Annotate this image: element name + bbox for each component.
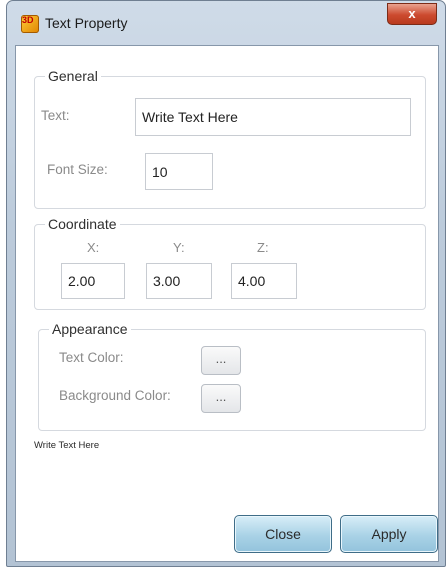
y-coordinate-input[interactable]	[146, 263, 212, 299]
close-button[interactable]: Close	[234, 515, 332, 553]
window-close-button[interactable]: x	[387, 3, 437, 25]
font-size-input[interactable]	[145, 153, 213, 190]
background-color-button[interactable]: ...	[201, 384, 241, 413]
x-coordinate-input[interactable]	[61, 263, 125, 299]
window-title: Text Property	[45, 15, 128, 31]
coordinate-group: Coordinate X: Y: Z:	[34, 216, 426, 310]
text-color-label: Text Color:	[59, 350, 124, 365]
app-icon: 3D	[21, 15, 39, 33]
title-bar[interactable]: 3D Text Property x	[7, 1, 445, 45]
background-color-label: Background Color:	[59, 388, 171, 403]
font-size-label: Font Size:	[47, 162, 108, 177]
appearance-legend: Appearance	[49, 321, 131, 337]
z-axis-label: Z:	[257, 240, 269, 255]
appearance-group: Appearance Text Color: ... Background Co…	[38, 321, 426, 431]
ellipsis-icon: ...	[215, 351, 227, 366]
text-label: Text:	[41, 108, 70, 123]
apply-button[interactable]: Apply	[340, 515, 438, 553]
ellipsis-icon: ...	[215, 389, 227, 404]
text-input[interactable]	[135, 98, 411, 136]
general-group: General Text: Font Size:	[34, 68, 426, 209]
general-legend: General	[45, 68, 101, 84]
dialog-content: General Text: Font Size: Coordinate X: Y…	[15, 45, 439, 562]
close-icon: x	[408, 6, 416, 21]
text-color-button[interactable]: ...	[201, 346, 241, 375]
dialog-window: 3D Text Property x General Text: Font Si…	[6, 0, 446, 567]
coordinate-legend: Coordinate	[45, 216, 120, 232]
y-axis-label: Y:	[173, 240, 185, 255]
x-axis-label: X:	[87, 240, 100, 255]
z-coordinate-input[interactable]	[231, 263, 297, 299]
text-preview: Write Text Here	[34, 440, 100, 451]
